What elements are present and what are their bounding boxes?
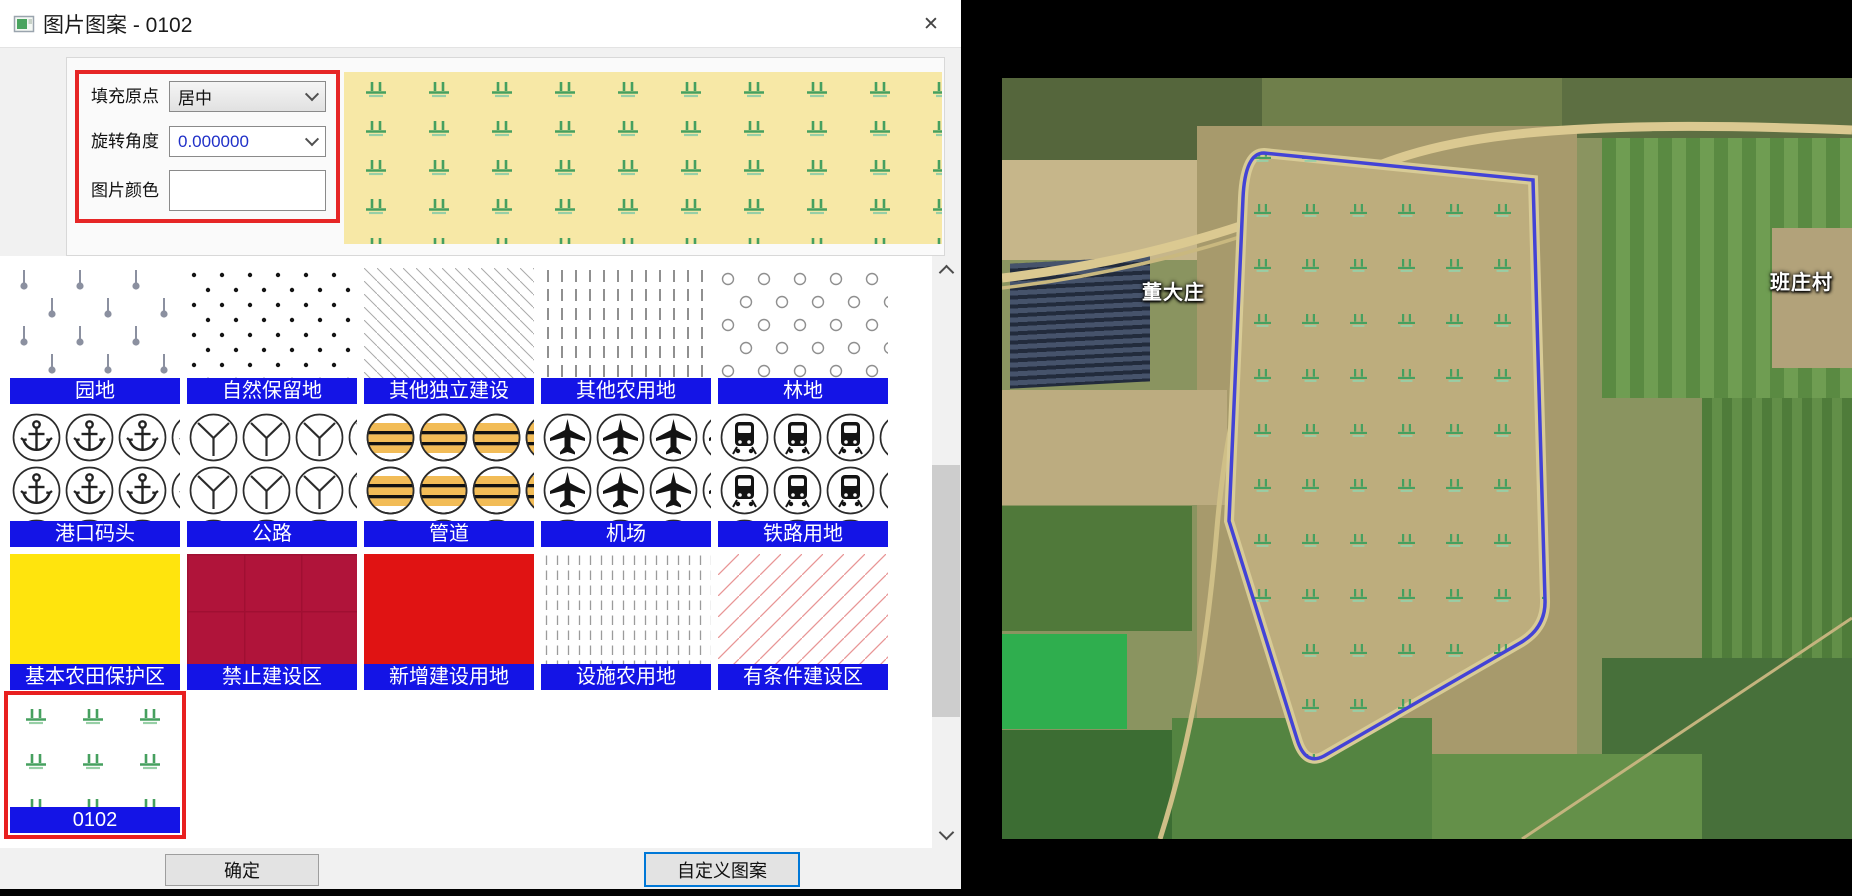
swatch-label: 园地	[10, 378, 180, 404]
swatch-label: 0102	[10, 807, 180, 833]
chevron-down-icon	[305, 87, 319, 101]
page-title: 图片图案 - 0102	[43, 9, 192, 39]
swatch-grid: 园地自然保留地其他独立建设其他农用地林地港口码头公路管道机场铁路用地基本农田保护…	[10, 268, 888, 833]
chevron-down-icon	[938, 824, 954, 840]
chevron-down-icon	[305, 132, 319, 146]
swatch-pattern-vdash-dense	[541, 554, 711, 664]
dialog-titlebar: 图片图案 - 0102 ✕	[0, 0, 961, 48]
pattern-preview	[344, 72, 942, 244]
swatch-pattern-paddy	[10, 697, 180, 807]
satellite-map-canvas[interactable]: 董大庄 班庄村	[1002, 78, 1852, 839]
swatch-label: 有条件建设区	[718, 664, 888, 690]
rotation-angle-value: 0.000000	[178, 132, 249, 152]
swatch-机场[interactable]: 机场	[541, 411, 711, 547]
swatch-其他农用地[interactable]: 其他农用地	[541, 268, 711, 404]
image-color-input[interactable]	[169, 170, 326, 211]
swatch-label: 铁路用地	[718, 521, 888, 547]
image-pattern-icon	[13, 13, 35, 35]
swatch-pattern-solid-yellow	[10, 554, 180, 664]
swatch-公路[interactable]: 公路	[187, 411, 357, 547]
swatch-其他独立建设[interactable]: 其他独立建设	[364, 268, 534, 404]
swatch-label: 公路	[187, 521, 357, 547]
swatch-label: 基本农田保护区	[10, 664, 180, 690]
swatch-自然保留地[interactable]: 自然保留地	[187, 268, 357, 404]
swatch-pattern-spokes	[187, 411, 357, 521]
swatch-基本农田保护区[interactable]: 基本农田保护区	[10, 554, 180, 690]
swatch-label: 新增建设用地	[364, 664, 534, 690]
swatch-0102[interactable]: 0102	[10, 697, 180, 833]
swatch-label: 管道	[364, 521, 534, 547]
scroll-up-button[interactable]	[932, 256, 960, 282]
swatch-label: 林地	[718, 378, 888, 404]
swatch-pattern-solid-red	[364, 554, 534, 664]
rotation-angle-label: 旋转角度	[91, 126, 159, 157]
selected-parcel-polygon	[1002, 78, 1852, 839]
swatch-pattern-pins	[10, 268, 180, 378]
swatch-pattern-dots	[187, 268, 357, 378]
swatch-pattern-rings	[718, 268, 888, 378]
swatch-pattern-pipe	[364, 411, 534, 521]
swatch-pattern-solid-crimson	[187, 554, 357, 664]
swatch-pattern-anchor	[10, 411, 180, 521]
swatch-设施农用地[interactable]: 设施农用地	[541, 554, 711, 690]
chevron-up-icon	[938, 264, 954, 280]
swatch-新增建设用地[interactable]: 新增建设用地	[364, 554, 534, 690]
swatch-label: 其他农用地	[541, 378, 711, 404]
fill-origin-value: 居中	[178, 84, 212, 109]
swatch-label: 其他独立建设	[364, 378, 534, 404]
swatch-铁路用地[interactable]: 铁路用地	[718, 411, 888, 547]
fill-settings-groupbox: 填充原点 居中 旋转角度 0.000000 图片颜色	[66, 57, 945, 256]
swatch-林地[interactable]: 林地	[718, 268, 888, 404]
rotation-angle-select[interactable]: 0.000000	[169, 126, 326, 157]
swatch-label: 设施农用地	[541, 664, 711, 690]
scroll-down-button[interactable]	[932, 822, 960, 848]
pattern-dialog: 图片图案 - 0102 ✕ 填充原点 居中 旋转角度 0.000000 图片颜色…	[0, 0, 961, 889]
swatch-pattern-train	[718, 411, 888, 521]
swatch-label: 港口码头	[10, 521, 180, 547]
image-color-label: 图片颜色	[91, 175, 159, 206]
swatch-pattern-diag-red	[718, 554, 888, 664]
map-label-village: 董大庄	[1142, 276, 1205, 305]
swatch-有条件建设区[interactable]: 有条件建设区	[718, 554, 888, 690]
fill-origin-select[interactable]: 居中	[169, 81, 326, 112]
map-label-village: 班庄村	[1770, 266, 1833, 295]
swatch-pattern-diag-gray	[364, 268, 534, 378]
swatch-pattern-vdash	[541, 268, 711, 378]
ok-button[interactable]: 确定	[165, 854, 319, 886]
swatch-园地[interactable]: 园地	[10, 268, 180, 404]
swatch-label: 机场	[541, 521, 711, 547]
swatch-管道[interactable]: 管道	[364, 411, 534, 547]
scrollbar-thumb[interactable]	[932, 465, 960, 717]
swatch-label: 自然保留地	[187, 378, 357, 404]
swatch-港口码头[interactable]: 港口码头	[10, 411, 180, 547]
swatch-pattern-plane	[541, 411, 711, 521]
fill-origin-label: 填充原点	[91, 81, 159, 112]
custom-pattern-button[interactable]: 自定义图案	[644, 852, 800, 887]
swatch-禁止建设区[interactable]: 禁止建设区	[187, 554, 357, 690]
scrollbar-track[interactable]	[932, 256, 960, 848]
pattern-list: 园地自然保留地其他独立建设其他农用地林地港口码头公路管道机场铁路用地基本农田保护…	[0, 256, 932, 848]
map-panel: 董大庄 班庄村	[961, 0, 1852, 896]
swatch-label: 禁止建设区	[187, 664, 357, 690]
close-icon[interactable]: ✕	[915, 8, 947, 40]
